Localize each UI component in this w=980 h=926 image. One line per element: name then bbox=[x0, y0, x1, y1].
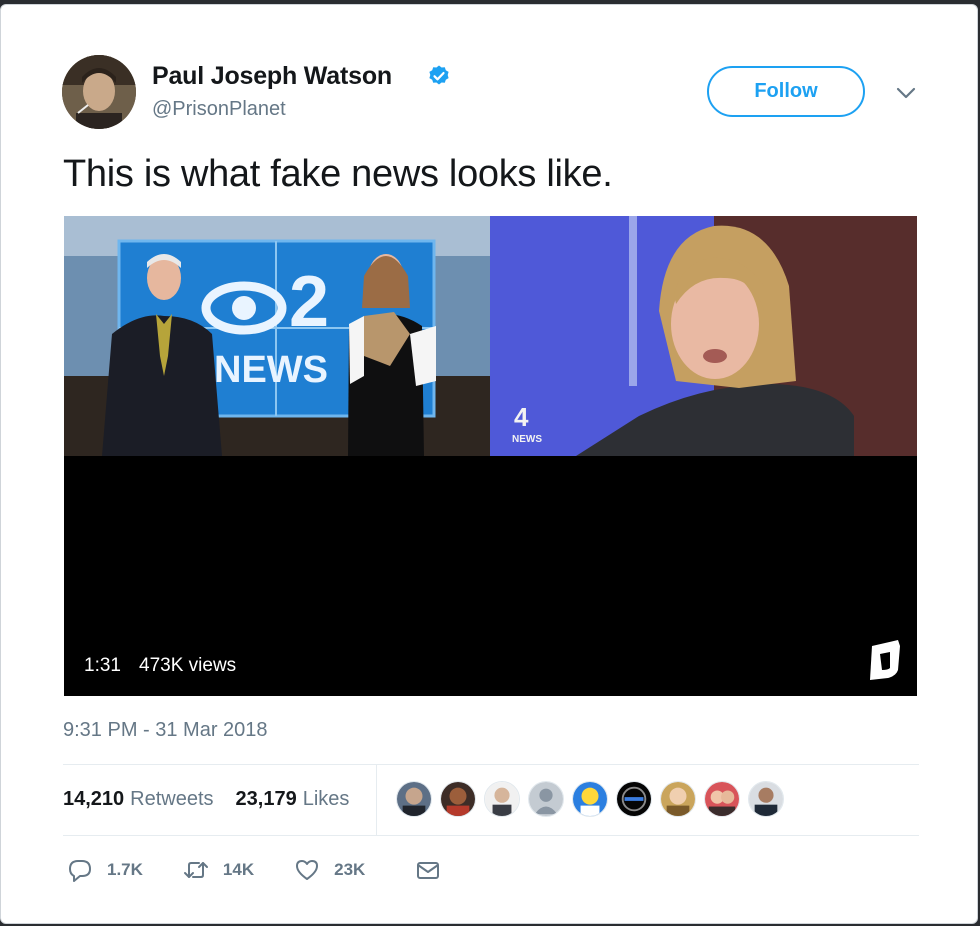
author-name[interactable]: Paul Joseph Watson bbox=[152, 62, 392, 91]
channel-2-news-label: NEWS bbox=[214, 349, 328, 391]
liker-avatar[interactable] bbox=[440, 781, 476, 817]
retweets-label[interactable]: Retweets bbox=[130, 788, 213, 811]
liker-avatars bbox=[396, 781, 784, 817]
likes-label[interactable]: Likes bbox=[303, 788, 350, 811]
liker-avatar[interactable] bbox=[528, 781, 564, 817]
engagement-stats: 14,210 Retweets 23,179 Likes bbox=[63, 788, 349, 811]
daily-wire-logo-icon bbox=[870, 640, 900, 680]
tweet-card: Paul Joseph Watson @PrisonPlanet Follow … bbox=[0, 4, 978, 924]
liker-avatar[interactable] bbox=[396, 781, 432, 817]
direct-message-button[interactable] bbox=[415, 857, 441, 883]
retweet-button[interactable]: 14K bbox=[183, 857, 254, 883]
tweet-actions: 1.7K 14K 23K bbox=[67, 857, 441, 883]
like-button[interactable]: 23K bbox=[294, 857, 365, 883]
channel-4-number: 4 bbox=[514, 402, 529, 432]
liker-avatar[interactable] bbox=[748, 781, 784, 817]
author-handle[interactable]: @PrisonPlanet bbox=[152, 98, 286, 121]
retweet-count: 14K bbox=[222, 860, 255, 879]
liker-avatar[interactable] bbox=[616, 781, 652, 817]
stats-top-divider bbox=[63, 764, 919, 765]
like-count: 23K bbox=[334, 860, 366, 879]
retweets-count[interactable]: 14,210 bbox=[63, 788, 124, 811]
liker-avatar[interactable] bbox=[572, 781, 608, 817]
tweet-text: This is what fake news looks like. bbox=[63, 153, 613, 195]
reply-count: 1.7K bbox=[107, 860, 143, 879]
retweet-icon bbox=[183, 862, 208, 878]
likes-count[interactable]: 23,179 bbox=[236, 788, 297, 811]
video-duration: 1:31 bbox=[84, 655, 121, 676]
liker-avatar[interactable] bbox=[704, 781, 740, 817]
heart-icon bbox=[296, 860, 319, 880]
liker-avatar[interactable] bbox=[660, 781, 696, 817]
video-player[interactable]: 2 NEWS 4 NEWS 1:31 473K views bbox=[64, 216, 917, 696]
liker-avatar[interactable] bbox=[484, 781, 520, 817]
follow-button[interactable]: Follow bbox=[707, 66, 865, 117]
envelope-icon bbox=[417, 862, 440, 879]
tweet-timestamp[interactable]: 9:31 PM - 31 Mar 2018 bbox=[63, 719, 268, 742]
reply-icon bbox=[69, 860, 91, 882]
reply-button[interactable]: 1.7K bbox=[67, 857, 143, 883]
verified-badge-icon bbox=[429, 65, 449, 85]
actions-top-divider bbox=[63, 835, 919, 836]
chevron-down-icon[interactable] bbox=[895, 85, 917, 101]
author-avatar[interactable] bbox=[62, 55, 136, 129]
video-view-count: 473K views bbox=[139, 655, 237, 676]
channel-2-number: 2 bbox=[289, 262, 329, 342]
video-frame: 2 NEWS 4 NEWS bbox=[64, 216, 917, 696]
stats-vertical-divider bbox=[376, 765, 377, 835]
channel-4-news-label: NEWS bbox=[512, 434, 542, 445]
